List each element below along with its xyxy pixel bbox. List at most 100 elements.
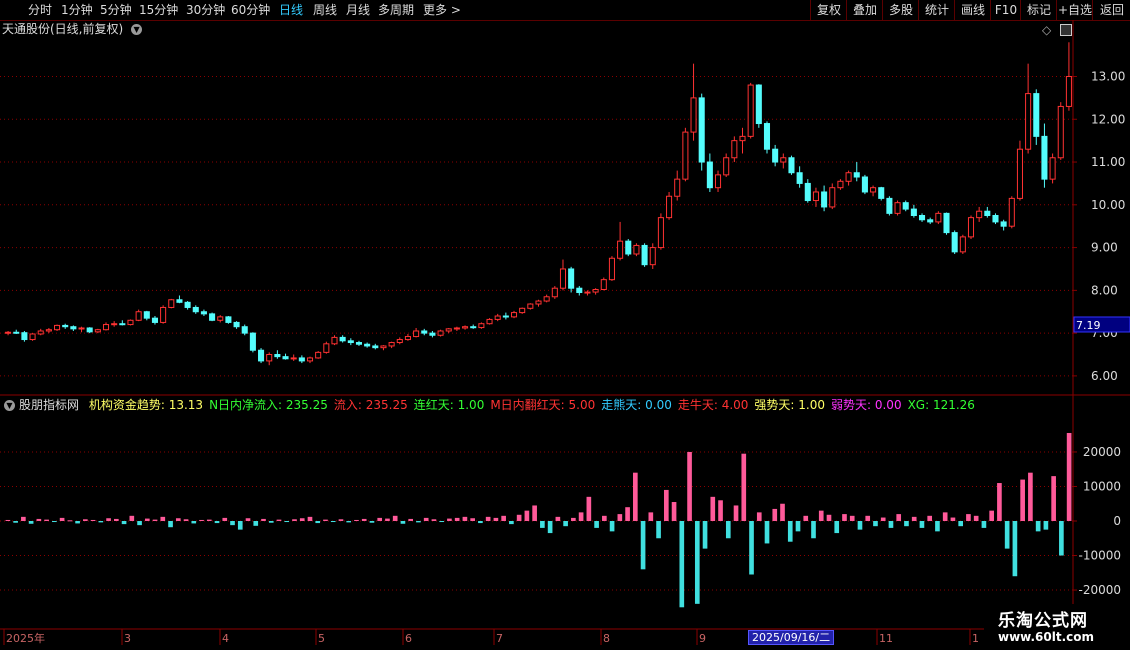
candle-body-up <box>690 97 697 133</box>
panel-toggle-icon[interactable] <box>1060 24 1072 36</box>
volume-bar-positive <box>36 518 42 521</box>
volume-bar-negative <box>904 521 909 527</box>
period-toolbar: 分时 1分钟 5分钟 15分钟 30分钟 60分钟 日线 周线 月线 多周期 更多 > 复权 叠加 多股… <box>0 0 1130 21</box>
period-tab-2[interactable]: 5分钟 <box>100 0 132 20</box>
toolbar-button-3[interactable]: 统计 <box>918 0 955 20</box>
candle-body-down <box>249 332 256 351</box>
indicator-chevron-icon[interactable]: ▼ <box>4 400 15 411</box>
toolbar-button-2[interactable]: 多股 <box>882 0 919 20</box>
indicator-value-0: 机构资金趋势: 13.13 <box>88 398 204 412</box>
volume-bar-positive <box>67 520 73 522</box>
candle-body-down <box>706 161 713 189</box>
chevron-down-icon[interactable]: ▼ <box>131 24 143 35</box>
candle-body-up <box>739 135 746 142</box>
candle-body-down <box>200 311 207 315</box>
candle-body-down <box>951 232 958 253</box>
volume-bar-positive <box>299 518 305 521</box>
price-tick-label: 13.00 <box>1091 69 1125 83</box>
volume-bar-positive <box>997 483 1002 521</box>
candle-body-up <box>845 172 852 182</box>
volume-bar-negative <box>749 521 754 575</box>
volume-bar-positive <box>485 516 491 521</box>
volume-bar-positive <box>183 519 189 521</box>
volume-bar-positive <box>392 515 398 521</box>
candle-body-down <box>796 172 803 184</box>
candle-body-down <box>943 212 950 234</box>
volume-bar-positive <box>59 517 65 521</box>
candle-body-down <box>763 123 771 150</box>
period-tab-1[interactable]: 1分钟 <box>61 0 93 20</box>
candle-body-down <box>772 148 779 163</box>
candle-body-down <box>241 326 248 334</box>
volume-bar-positive <box>385 518 390 521</box>
period-tab-6[interactable]: 日线 <box>279 0 303 20</box>
volume-bar-negative <box>1035 521 1041 532</box>
volume-bar-positive <box>663 489 669 521</box>
period-tab-0[interactable]: 分时 <box>28 0 52 20</box>
volume-bar-negative <box>13 521 18 523</box>
candle-body-down <box>184 301 191 308</box>
toolbar-button-5[interactable]: F10 <box>990 0 1021 20</box>
volume-bar-negative <box>679 521 685 608</box>
diamond-icon[interactable]: ◇ <box>1042 23 1051 37</box>
candle-body-down <box>209 313 216 321</box>
volume-bar-positive <box>625 507 630 521</box>
candle-body-down <box>225 316 232 323</box>
candle-body-down <box>151 317 158 323</box>
volume-bar-negative <box>764 521 770 544</box>
volume-bar-negative <box>230 521 235 526</box>
candle-body-up <box>1016 148 1023 199</box>
candle-body-up <box>617 240 624 259</box>
candle-body-down <box>274 354 281 358</box>
volume-bar-positive <box>602 515 607 521</box>
volume-bar-positive <box>129 515 135 521</box>
toolbar-button-6[interactable]: 标记 <box>1020 0 1057 20</box>
indicator-value-7: 强势天: 1.00 <box>754 398 825 412</box>
period-tab-9[interactable]: 多周期 <box>378 0 414 20</box>
volume-bar-negative <box>547 521 553 534</box>
volume-bar-positive <box>106 518 111 521</box>
candle-body-down <box>788 157 795 174</box>
period-tab-8[interactable]: 月线 <box>346 0 370 20</box>
period-tab-10[interactable]: 更多 > <box>423 0 461 20</box>
candle-body-down <box>919 215 926 221</box>
toolbar-button-0[interactable]: 复权 <box>810 0 847 20</box>
volume-bar-positive <box>470 518 475 521</box>
candle-body-up <box>1065 75 1072 107</box>
candle-body-down <box>992 215 999 223</box>
chart-title[interactable]: 天通股份(日线,前复权) ▼ <box>2 21 143 37</box>
candle-body-up <box>682 131 689 180</box>
volume-bar-negative <box>811 521 816 539</box>
volume-bar-positive <box>756 512 762 521</box>
period-tab-5[interactable]: 60分钟 <box>231 0 270 20</box>
indicator-value-1: N日内净流入: 235.25 <box>209 398 328 412</box>
candle-body-down <box>821 191 828 208</box>
volume-tick-label: -10000 <box>1078 549 1121 563</box>
volume-bar-negative <box>284 521 290 523</box>
volume-bar-positive <box>1066 432 1072 521</box>
toolbar-button-8[interactable]: 返回 <box>1092 0 1130 20</box>
volume-bar-positive <box>90 519 96 521</box>
candle-body-up <box>1025 93 1032 150</box>
volume-bar-positive <box>5 519 11 521</box>
candle-body-up <box>486 318 493 325</box>
volume-tick-label: 20000 <box>1083 445 1121 459</box>
candle-body-down <box>1041 135 1048 180</box>
period-tab-7[interactable]: 周线 <box>313 0 337 20</box>
volume-bar-negative <box>540 521 545 528</box>
period-tab-4[interactable]: 30分钟 <box>186 0 225 20</box>
candle-body-up <box>1008 197 1015 227</box>
candle-body-down <box>625 240 632 255</box>
toolbar-button-4[interactable]: 画线 <box>954 0 991 20</box>
volume-bar-positive <box>206 519 212 521</box>
toolbar-button-1[interactable]: 叠加 <box>846 0 883 20</box>
period-tab-3[interactable]: 15分钟 <box>139 0 178 20</box>
kline-chart[interactable]: 6.00 7.00 8.00 9.00 10.00 11.00 12.00 13.00 7.19… <box>0 0 1130 650</box>
candle-body-down <box>878 187 885 199</box>
volume-bar-negative <box>509 521 514 525</box>
volume-bar-positive <box>865 515 871 521</box>
crosshair-date-label: 2025/09/16/二 <box>748 630 835 645</box>
volume-tick-label: -20000 <box>1078 583 1121 597</box>
toolbar-button-7[interactable]: +自选 <box>1056 0 1093 20</box>
indicator-value-3: 连红天: 1.00 <box>413 398 485 412</box>
